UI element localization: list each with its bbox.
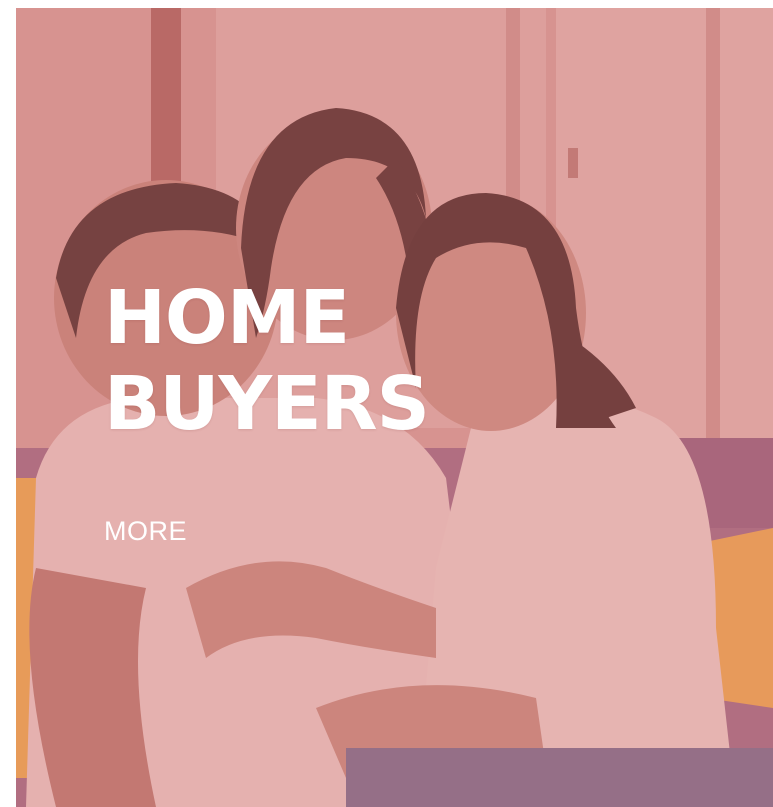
card-title-line-2: BUYERS [104,360,430,447]
card-title-line-1: HOME [104,275,350,361]
more-link[interactable]: MORE [104,516,187,547]
card-title: HOME BUYERS [104,275,430,448]
home-buyers-card[interactable]: HOME BUYERS MORE [16,8,773,807]
